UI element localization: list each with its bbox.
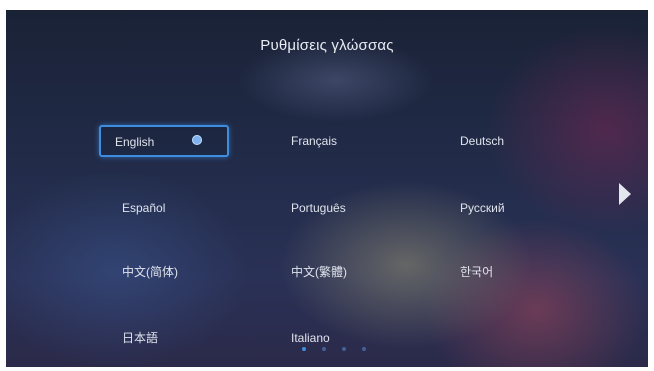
language-option-japanese[interactable]: 日本語	[108, 323, 238, 353]
language-option-espanol[interactable]: Español	[108, 193, 238, 223]
language-option-russian[interactable]: Русский	[446, 193, 576, 223]
language-option-label: Deutsch	[460, 134, 505, 148]
language-option-label: Русский	[460, 201, 505, 215]
language-option-label: English	[115, 135, 155, 149]
language-option-label: 中文(简体)	[122, 265, 178, 279]
language-option-francais[interactable]: Français	[277, 126, 407, 156]
language-option-label: 中文(繁體)	[291, 265, 347, 279]
language-option-chinese-simplified[interactable]: 中文(简体)	[108, 257, 238, 287]
language-option-deutsch[interactable]: Deutsch	[446, 126, 576, 156]
language-option-label: 日本語	[122, 331, 159, 345]
page-dot	[302, 347, 306, 351]
language-option-portugues[interactable]: Português	[277, 193, 407, 223]
language-grid: English Français Deutsch Español Portugu…	[6, 10, 648, 367]
selected-radio-icon	[192, 135, 202, 145]
language-option-label: Português	[291, 201, 346, 215]
language-option-chinese-traditional[interactable]: 中文(繁體)	[277, 257, 407, 287]
language-option-label: Français	[291, 134, 338, 148]
page-dot	[362, 347, 366, 351]
language-option-label: 한국어	[460, 265, 494, 279]
language-option-english[interactable]: English	[99, 125, 229, 157]
page-dot	[342, 347, 346, 351]
language-option-label: Italiano	[291, 331, 330, 345]
language-option-korean[interactable]: 한국어	[446, 257, 576, 287]
next-page-chevron-right-icon[interactable]	[619, 183, 631, 205]
page-dot	[322, 347, 326, 351]
language-option-label: Español	[122, 201, 166, 215]
language-settings-screen: Ρυθμίσεις γλώσσας English Français Deuts…	[6, 10, 648, 367]
